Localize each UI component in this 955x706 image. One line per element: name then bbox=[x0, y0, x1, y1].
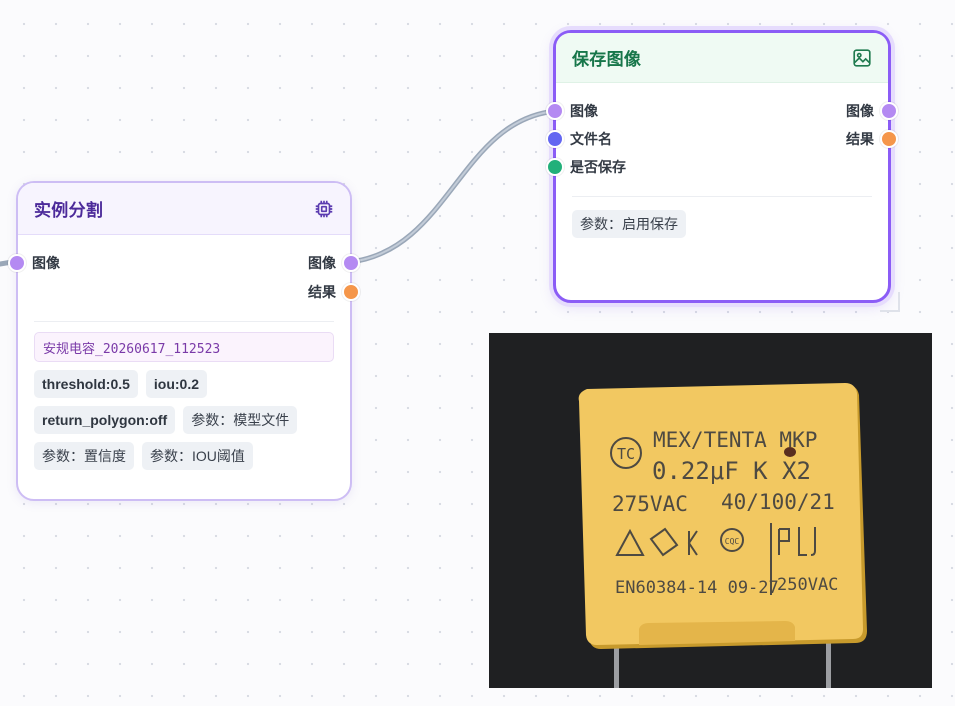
node-title: 保存图像 bbox=[572, 50, 642, 69]
output-port-image[interactable]: 图像 bbox=[308, 252, 360, 274]
port-dot[interactable] bbox=[546, 130, 564, 148]
port-label: 图像 bbox=[846, 103, 874, 119]
port-dot[interactable] bbox=[342, 283, 360, 301]
node-title: 实例分割 bbox=[34, 201, 104, 220]
input-port-image[interactable]: 图像 bbox=[546, 100, 598, 122]
image-icon bbox=[850, 46, 874, 70]
capacitor-text-line3a: 275VAC bbox=[612, 492, 688, 516]
param-chips: threshold:0.5 iou:0.2 return_polygon:off… bbox=[34, 370, 340, 470]
capacitor-text-line2: 0.22μF K X2 bbox=[652, 457, 811, 485]
node-header[interactable]: 实例分割 bbox=[18, 183, 350, 235]
port-label: 图像 bbox=[308, 255, 336, 271]
capacitor-logo-tc: TC bbox=[617, 445, 635, 463]
port-dot[interactable] bbox=[880, 102, 898, 120]
port-label: 是否保存 bbox=[570, 159, 626, 175]
param-chip-confidence[interactable]: 参数：置信度 bbox=[34, 442, 134, 470]
param-chip-return-polygon[interactable]: return_polygon:off bbox=[34, 406, 176, 434]
model-file-field[interactable]: 安规电容_20260617_112523 bbox=[34, 332, 334, 362]
param-chip-model-file[interactable]: 参数：模型文件 bbox=[183, 406, 298, 434]
output-port-image[interactable]: 图像 bbox=[846, 100, 898, 122]
input-port-image[interactable]: 图像 bbox=[8, 252, 60, 274]
port-label: 图像 bbox=[570, 103, 598, 119]
param-chips: 参数：启用保存 bbox=[572, 210, 878, 238]
output-port-result[interactable]: 结果 bbox=[846, 128, 898, 150]
port-dot[interactable] bbox=[546, 158, 564, 176]
resize-handle[interactable] bbox=[880, 292, 900, 312]
port-label: 结果 bbox=[308, 284, 336, 300]
node-header[interactable]: 保存图像 bbox=[556, 33, 888, 83]
port-label: 图像 bbox=[32, 255, 60, 271]
param-chip-enable-save[interactable]: 参数：启用保存 bbox=[572, 210, 686, 238]
capacitor-text-line5a: EN60384-14 09-27 bbox=[615, 578, 779, 598]
port-label: 文件名 bbox=[570, 131, 612, 147]
param-chip-iou[interactable]: iou:0.2 bbox=[145, 370, 208, 398]
image-preview: TC MEX/TENTA MKP 0.22μF K X2 275VAC 40/1… bbox=[489, 333, 932, 688]
capacitor-logo-cqc: CQC bbox=[725, 537, 740, 546]
save-image-node[interactable]: 保存图像 图像 文件名 是否保存 图像 结果 参数：启用保存 bbox=[546, 30, 900, 312]
input-port-should-save[interactable]: 是否保存 bbox=[546, 156, 626, 178]
port-dot[interactable] bbox=[342, 254, 360, 272]
port-dot[interactable] bbox=[8, 254, 26, 272]
chip-icon bbox=[312, 197, 336, 221]
input-port-filename[interactable]: 文件名 bbox=[546, 128, 612, 150]
port-label: 结果 bbox=[846, 131, 874, 147]
divider bbox=[34, 321, 334, 322]
port-dot[interactable] bbox=[880, 130, 898, 148]
instance-segmentation-node[interactable]: 实例分割 图像 图像 结果 安规电容_20260617_112523 thres… bbox=[8, 181, 360, 501]
divider bbox=[572, 196, 872, 197]
capacitor-text-line3b: 40/100/21 bbox=[721, 490, 835, 514]
capacitor-photo: TC MEX/TENTA MKP 0.22μF K X2 275VAC 40/1… bbox=[578, 383, 867, 688]
param-chip-iou-threshold[interactable]: 参数：IOU阈值 bbox=[142, 442, 253, 470]
output-port-result[interactable]: 结果 bbox=[308, 281, 360, 303]
param-chip-threshold[interactable]: threshold:0.5 bbox=[34, 370, 138, 398]
capacitor-text-line5b: 250VAC bbox=[777, 575, 838, 595]
port-dot[interactable] bbox=[546, 102, 564, 120]
